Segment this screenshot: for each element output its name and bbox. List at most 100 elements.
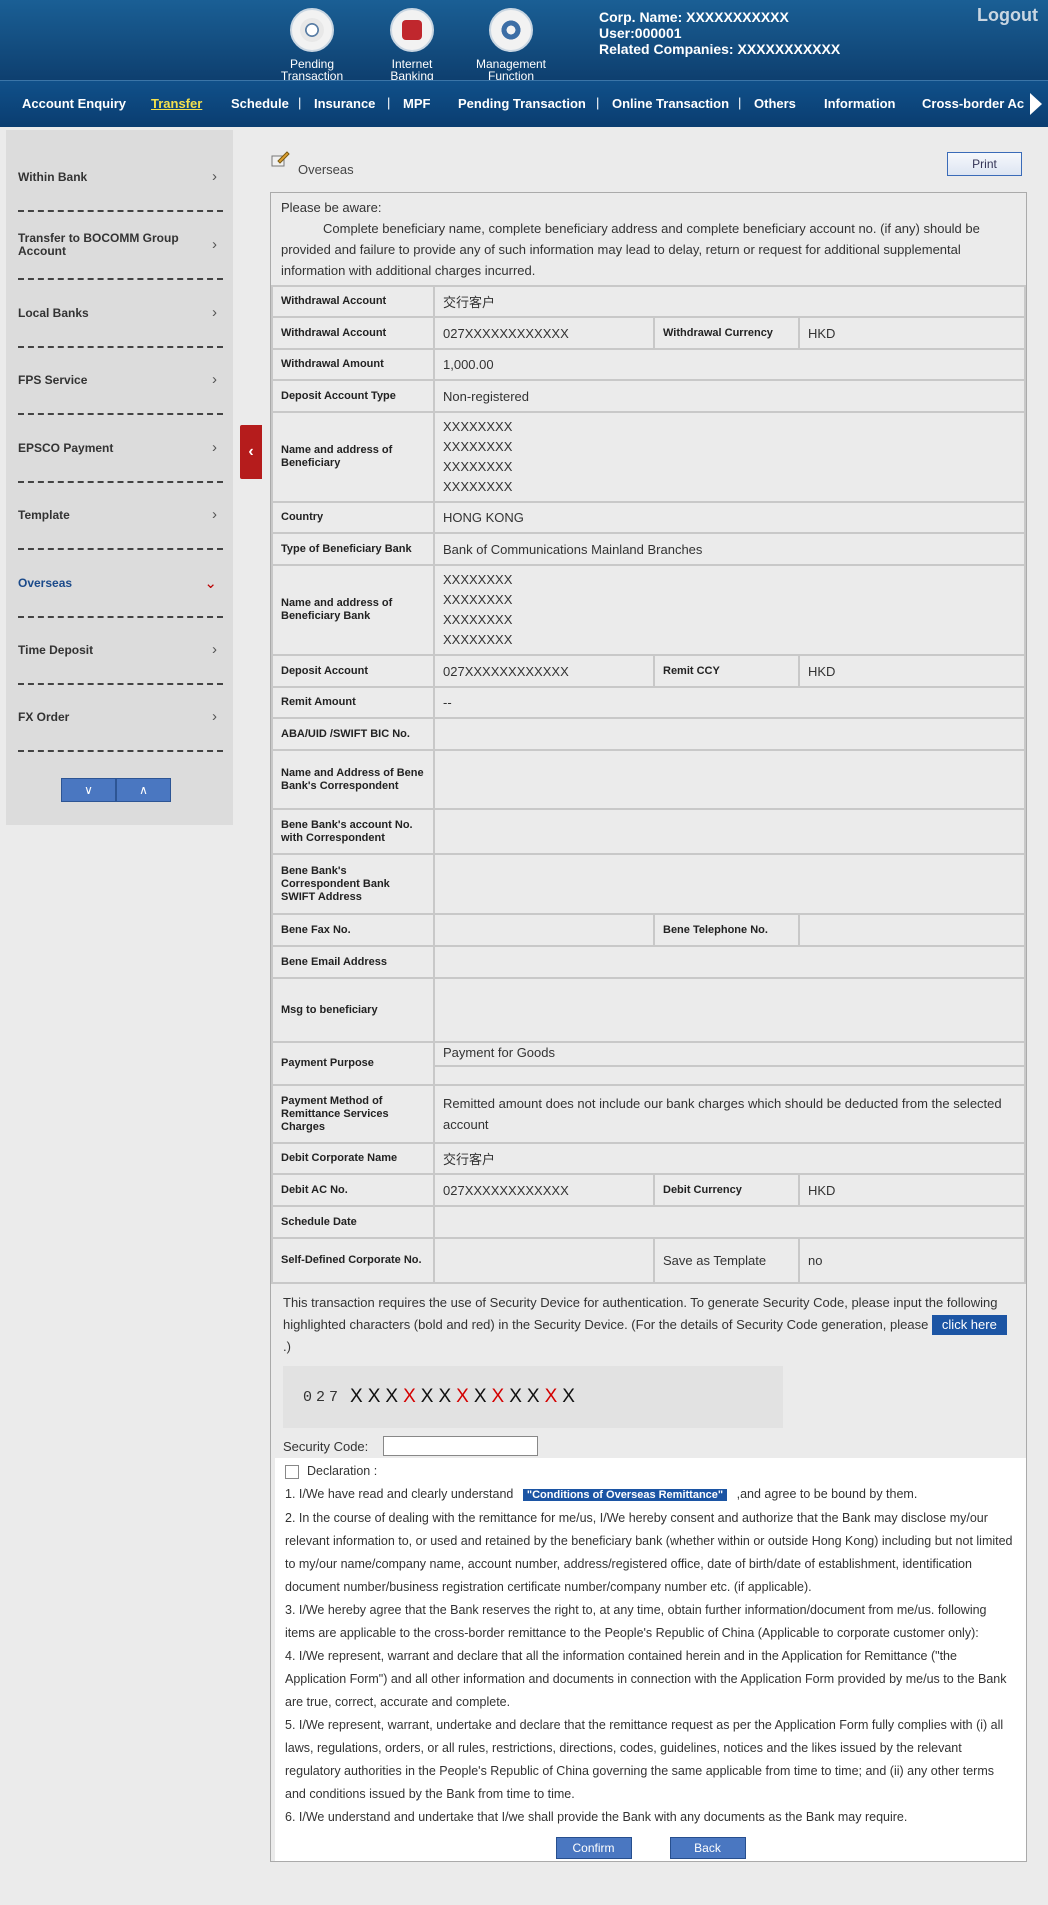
corp-info: Corp. Name: XXXXXXXXXXX User:000001 Rela… — [599, 9, 840, 57]
declaration-item-2: 2. In the course of dealing with the rem… — [285, 1511, 1013, 1594]
notice: Please be aware: Complete beneficiary na… — [271, 193, 1026, 285]
sidebar-item-fps-service[interactable]: FPS Service › — [18, 347, 223, 415]
form-label: Name and Address of Bene Bank's Correspo… — [271, 749, 435, 810]
internet-banking-button[interactable]: Internet Banking — [367, 8, 457, 82]
code-prefix: 027 — [303, 1388, 343, 1406]
sidebar-scroll-buttons: ∨ ∧ — [61, 778, 171, 802]
remit-ccy: HKD — [798, 654, 1026, 688]
withdrawal-account: 027XXXXXXXXXXXX — [433, 316, 655, 350]
beneficiary-line: XXXXXXXX — [443, 419, 513, 434]
bank-line: XXXXXXXX — [443, 572, 513, 587]
table-row: Bene Bank's Correspondent Bank SWIFT Add… — [271, 853, 1026, 915]
correspondent-swift-value — [433, 853, 1026, 915]
table-row: Debit AC No. 027XXXXXXXXXXXX Debit Curre… — [271, 1173, 1026, 1207]
form-label: Bene Bank's Correspondent Bank SWIFT Add… — [271, 853, 435, 915]
chevron-down-icon: ∨ — [84, 783, 93, 797]
nav-information[interactable]: Information — [824, 96, 896, 111]
nav-mpf[interactable]: MPF — [403, 96, 430, 111]
table-row: Remit Amount -- — [271, 686, 1026, 719]
chevron-up-icon: ∧ — [139, 783, 148, 797]
sidebar-item-overseas[interactable]: Overseas ⌄ — [18, 550, 223, 618]
form-buttons: Confirm Back — [275, 1831, 1026, 1861]
save-template-label: Save as Template — [653, 1237, 800, 1284]
security-code-input[interactable] — [383, 1436, 539, 1456]
print-button[interactable]: Print — [947, 152, 1022, 176]
code-char: X — [367, 1386, 381, 1407]
table-row: Withdrawal Amount 1,000.00 — [271, 348, 1026, 381]
nav-online-transaction[interactable]: Online Transaction — [612, 96, 729, 111]
nav-schedule[interactable]: Schedule — [231, 96, 289, 111]
sidebar-item-epsco-payment[interactable]: EPSCO Payment › — [18, 415, 223, 483]
chevron-right-icon: › — [212, 439, 217, 456]
table-row: Bene Fax No. Bene Telephone No. — [271, 913, 1026, 947]
collapse-sidebar-button[interactable]: ‹ — [240, 425, 262, 479]
form-label: Country — [271, 501, 435, 534]
nav-transfer[interactable]: Transfer — [151, 96, 202, 111]
scroll-up-button[interactable]: ∧ — [116, 778, 171, 802]
bank-line: XXXXXXXX — [443, 612, 513, 627]
debit-corporate-name: 交行客户 — [433, 1142, 1026, 1175]
form-label: Schedule Date — [271, 1205, 435, 1239]
nav-insurance[interactable]: Insurance — [314, 96, 375, 111]
nav-separator: | — [738, 95, 742, 110]
save-template-value: no — [798, 1237, 1026, 1284]
scroll-down-button[interactable]: ∨ — [61, 778, 116, 802]
conditions-link[interactable]: "Conditions of Overseas Remittance" — [522, 1489, 728, 1501]
back-button[interactable]: Back — [669, 1837, 746, 1859]
logout-button[interactable]: Logout — [977, 5, 1038, 26]
sidebar-item-time-deposit[interactable]: Time Deposit › — [18, 617, 223, 685]
debit-currency: HKD — [798, 1173, 1026, 1207]
notice-heading: Please be aware: — [281, 200, 382, 215]
sidebar-item-label: Transfer to BOCOMM Group Account — [18, 231, 179, 258]
security-text-end: .) — [283, 1339, 291, 1354]
bank-line: XXXXXXXX — [443, 592, 513, 607]
form-label: Withdrawal Account — [271, 316, 435, 350]
confirm-button[interactable]: Confirm — [555, 1837, 632, 1859]
sidebar-item-bocomm-group[interactable]: Transfer to BOCOMM Group Account › — [18, 212, 223, 280]
table-row: Debit Corporate Name 交行客户 — [271, 1142, 1026, 1175]
edit-icon — [271, 151, 290, 167]
sidebar-item-within-bank[interactable]: Within Bank › — [18, 144, 223, 212]
security-code-row: Security Code: — [283, 1434, 1026, 1458]
nav-others[interactable]: Others — [754, 96, 796, 111]
table-row: Msg to beneficiary — [271, 977, 1026, 1043]
click-here-link[interactable]: click here — [931, 1315, 1007, 1335]
sidebar-item-label: Overseas — [18, 575, 73, 590]
nav-account-enquiry[interactable]: Account Enquiry — [22, 96, 126, 111]
correspondent-value — [433, 749, 1026, 810]
nav-pending-transaction[interactable]: Pending Transaction — [458, 96, 586, 111]
sidebar-item-fx-order[interactable]: FX Order › — [18, 684, 223, 752]
pending-transaction-button[interactable]: Pending Transaction — [267, 8, 357, 82]
code-char: X — [350, 1386, 363, 1407]
sidebar-item-template[interactable]: Template › — [18, 482, 223, 550]
form-label: Deposit Account — [271, 654, 435, 688]
chevron-down-icon: ⌄ — [204, 575, 217, 592]
msg-to-beneficiary-value — [433, 977, 1026, 1043]
payment-purpose-value: Payment for Goods — [435, 1043, 1024, 1067]
table-row: Deposit Account Type Non-registered — [271, 379, 1026, 413]
declaration-checkbox[interactable] — [285, 1464, 299, 1479]
form-label: Self-Defined Corporate No. — [271, 1237, 435, 1284]
nav-scroll-right-icon[interactable] — [1030, 93, 1042, 115]
withdrawal-account-name: 交行客户 — [433, 285, 1026, 318]
internet-banking-icon — [402, 20, 422, 40]
beneficiary-line: XXXXXXXX — [443, 479, 513, 494]
payment-purpose: Payment for Goods — [433, 1041, 1026, 1086]
nav-separator: | — [387, 95, 391, 110]
chevron-left-icon: ‹ — [248, 443, 254, 460]
code-char-highlighted: X — [456, 1386, 469, 1407]
code-characters: XXXXXXXXXXXXX — [350, 1386, 580, 1408]
declaration-item-3: 3. I/We hereby agree that the Bank reser… — [285, 1603, 987, 1640]
management-function-button[interactable]: Management Function — [466, 8, 556, 82]
table-row: Withdrawal Account 027XXXXXXXXXXXX Withd… — [271, 316, 1026, 350]
nav-cross-border[interactable]: Cross-border Ac — [922, 96, 1024, 111]
chevron-right-icon: › — [212, 168, 217, 185]
header: Pending Transaction Internet Banking Man… — [0, 0, 1048, 82]
form-table: Withdrawal Account 交行客户 Withdrawal Accou… — [271, 285, 1026, 1284]
form-label: Withdrawal Currency — [653, 316, 800, 350]
code-char: X — [420, 1386, 434, 1407]
sidebar-item-local-banks[interactable]: Local Banks › — [18, 280, 223, 348]
code-char-highlighted: X — [544, 1386, 558, 1407]
sidebar-item-label: Time Deposit — [18, 642, 94, 657]
main-nav: Account Enquiry Transfer Schedule | Insu… — [0, 80, 1048, 127]
